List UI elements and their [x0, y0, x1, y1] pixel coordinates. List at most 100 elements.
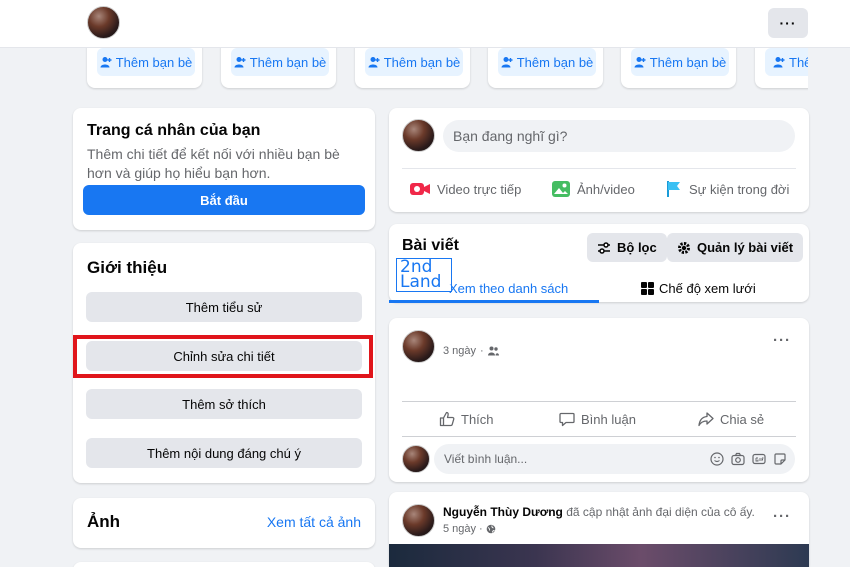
add-bio-button[interactable]: Thêm tiểu sử — [86, 292, 362, 322]
comment-icon — [559, 412, 575, 427]
profile-card-title: Trang cá nhân của bạn — [87, 122, 261, 139]
life-event-button[interactable]: Sự kiện trong đời — [665, 178, 789, 200]
share-button[interactable]: Chia sẻ — [698, 408, 764, 430]
post-activity: đã cập nhật ảnh đại diện của cô ấy. — [566, 505, 755, 519]
add-person-icon — [501, 57, 513, 68]
avatar[interactable] — [402, 504, 435, 537]
comment-button[interactable]: Bình luận — [559, 408, 636, 430]
add-person-icon — [100, 57, 112, 68]
add-person-icon — [234, 57, 246, 68]
life-event-label: Sự kiện trong đời — [689, 181, 790, 197]
post-options-button[interactable]: ··· — [773, 508, 791, 525]
add-friend-label: Thêm bạn bè — [516, 54, 594, 70]
avatar[interactable] — [402, 330, 435, 363]
top-bar: ··· — [0, 0, 850, 48]
friend-suggestions-strip: Thêm bạn bè Thêm bạn bè Thêm bạn bè Thêm… — [73, 48, 808, 92]
manage-posts-button[interactable]: Quản lý bài viết — [667, 233, 804, 262]
photo-video-button[interactable]: Ảnh/video — [551, 178, 635, 200]
see-all-photos-link[interactable]: Xem tất cả ảnh — [267, 514, 361, 530]
post-card: Nguyễn Thùy Dương đã cập nhật ảnh đại di… — [389, 492, 809, 567]
add-friend-label-partial: Thê — [789, 54, 808, 70]
friend-suggestion-card: Thêm bạn bè — [221, 48, 336, 88]
photos-card: Ảnh Xem tất cả ảnh — [73, 498, 375, 548]
like-button[interactable]: Thích — [439, 408, 494, 430]
filter-button[interactable]: Bộ lọc — [587, 233, 667, 262]
post-time[interactable]: 5 ngày — [443, 523, 476, 535]
post-options-button[interactable]: ··· — [773, 332, 791, 349]
manage-posts-label: Quản lý bài viết — [697, 240, 794, 255]
add-friend-button[interactable]: Thê — [765, 48, 808, 76]
next-card — [73, 562, 375, 567]
post-composer: Bạn đang nghĩ gì? Video trực tiếp Ảnh/vi… — [389, 108, 809, 212]
gear-icon — [678, 241, 690, 254]
profile-card-description: Thêm chi tiết để kết nối với nhiều bạn b… — [87, 146, 340, 181]
grid-icon — [641, 281, 654, 295]
add-hobbies-button[interactable]: Thêm sở thích — [86, 389, 362, 419]
start-button[interactable]: Bắt đầu — [83, 185, 365, 215]
more-options-button[interactable]: ··· — [768, 8, 808, 38]
avatar — [402, 445, 430, 473]
photo-video-label: Ảnh/video — [577, 181, 635, 197]
add-person-icon — [368, 57, 380, 68]
post-image[interactable] — [389, 544, 809, 567]
share-icon — [698, 412, 714, 427]
like-icon — [439, 411, 455, 427]
profile-completion-card: Trang cá nhân của bạn Thêm chi tiết để k… — [73, 108, 375, 230]
divider — [402, 168, 796, 169]
add-friend-label: Thêm bạn bè — [649, 54, 727, 70]
add-person-icon — [773, 57, 785, 68]
tab-grid-view[interactable]: Chế độ xem lưới — [641, 274, 756, 302]
photo-icon — [552, 181, 570, 197]
tab-list-view[interactable]: Xem theo danh sách — [449, 274, 568, 302]
post-time[interactable]: 3 ngày — [443, 345, 476, 357]
add-friend-button[interactable]: Thêm bạn bè — [231, 48, 329, 76]
tab-list-view-label: Xem theo danh sách — [449, 280, 569, 296]
avatar[interactable] — [402, 119, 435, 152]
friend-suggestion-card: Thêm bạn bè — [488, 48, 603, 88]
filter-icon — [598, 241, 610, 254]
emoji-icon[interactable] — [710, 452, 724, 466]
post-author[interactable]: Nguyễn Thùy Dương — [443, 505, 563, 519]
profile-avatar[interactable] — [87, 6, 120, 39]
photos-title: Ảnh — [87, 512, 121, 531]
flag-icon — [667, 181, 680, 197]
like-label: Thích — [461, 411, 494, 427]
live-video-button[interactable]: Video trực tiếp — [409, 178, 521, 200]
add-friend-label: Thêm bạn bè — [115, 54, 193, 70]
friend-suggestion-card: Thêm bạn bè — [355, 48, 470, 88]
add-friend-button[interactable]: Thêm bạn bè — [498, 48, 596, 76]
comment-placeholder: Viết bình luận... — [444, 452, 528, 466]
add-friend-button[interactable]: Thêm bạn bè — [631, 48, 729, 76]
composer-input[interactable]: Bạn đang nghĩ gì? — [443, 120, 795, 152]
filter-label: Bộ lọc — [617, 240, 657, 255]
add-friend-button[interactable]: Thêm bạn bè — [97, 48, 195, 76]
intro-title: Giới thiệu — [87, 258, 168, 277]
post-meta: 3 ngày · — [443, 345, 499, 357]
add-person-icon — [634, 57, 646, 68]
active-tab-indicator — [389, 300, 599, 303]
post-card: 3 ngày · ··· Thích Bình luận Chia sẻ Viế… — [389, 318, 809, 482]
posts-title: Bài viết — [402, 237, 459, 254]
add-featured-button[interactable]: Thêm nội dung đáng chú ý — [86, 438, 362, 468]
comment-tools — [710, 452, 787, 466]
post-header: Nguyễn Thùy Dương đã cập nhật ảnh đại di… — [443, 505, 755, 519]
live-video-icon — [410, 183, 430, 195]
add-friend-button[interactable]: Thêm bạn bè — [365, 48, 463, 76]
add-friend-label: Thêm bạn bè — [383, 54, 461, 70]
friend-suggestion-card: Thê — [755, 48, 808, 88]
tab-grid-view-label: Chế độ xem lưới — [659, 280, 756, 296]
post-meta: 5 ngày · — [443, 523, 496, 535]
watermark-logo: 2nd Land — [396, 258, 452, 292]
comment-input[interactable]: Viết bình luận... — [434, 444, 795, 474]
watermark-line-2: Land — [400, 272, 442, 292]
highlight-box — [73, 335, 373, 378]
add-friend-label: Thêm bạn bè — [249, 54, 327, 70]
friend-suggestion-card: Thêm bạn bè — [621, 48, 736, 88]
gif-icon[interactable] — [752, 452, 766, 466]
live-video-label: Video trực tiếp — [437, 181, 522, 197]
divider — [402, 436, 796, 437]
camera-icon[interactable] — [731, 452, 745, 466]
share-label: Chia sẻ — [720, 411, 765, 427]
divider — [402, 401, 796, 402]
sticker-icon[interactable] — [773, 452, 787, 466]
